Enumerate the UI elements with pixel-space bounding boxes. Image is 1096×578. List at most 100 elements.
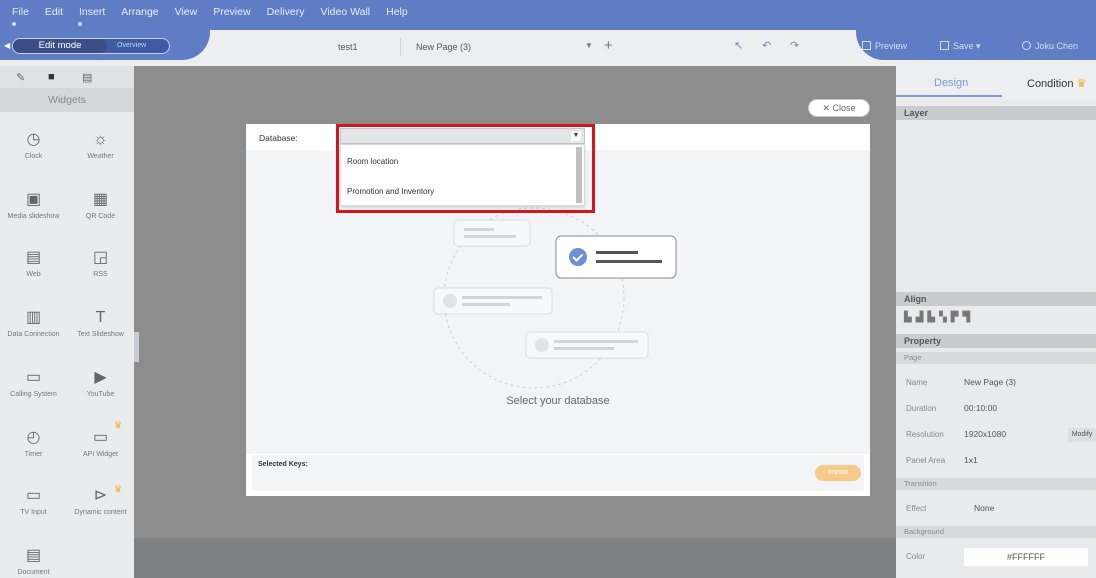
name-value[interactable]: New Page (3) bbox=[964, 377, 1016, 387]
briefcase-icon[interactable]: ■ bbox=[48, 71, 55, 83]
menu-preview[interactable]: Preview bbox=[213, 6, 250, 18]
name-label: Name bbox=[906, 378, 928, 387]
save-button[interactable]: Save ▾ bbox=[940, 41, 981, 52]
import-button[interactable]: Import bbox=[815, 465, 861, 481]
option-promotion-inventory[interactable]: Promotion and Inventory bbox=[347, 187, 434, 196]
menu-arrange[interactable]: Arrange bbox=[121, 6, 158, 18]
data-connection-icon: ▥ bbox=[25, 309, 42, 326]
menubar: File Edit Insert Arrange View Preview De… bbox=[0, 0, 1096, 30]
panel-area-value[interactable]: 1x1 bbox=[964, 455, 978, 465]
preview-label: Preview bbox=[875, 41, 908, 51]
widget-label: YouTube bbox=[86, 391, 115, 398]
dot-indicator bbox=[78, 22, 82, 26]
widget-rss[interactable]: ◲ RSS bbox=[67, 246, 134, 280]
tab-condition[interactable]: Condition ♛ bbox=[1027, 77, 1086, 90]
color-label: Color bbox=[906, 552, 926, 561]
save-label: Save bbox=[953, 41, 974, 51]
weather-icon: ☼ bbox=[93, 131, 108, 148]
effect-row: Effect None bbox=[896, 496, 1096, 521]
widget-label: Document bbox=[17, 569, 50, 576]
widget-calling-system[interactable]: ▭ Calling System bbox=[0, 366, 67, 400]
widget-media-slideshow[interactable]: ▣ Media slideshow bbox=[0, 188, 67, 222]
chevron-down-icon[interactable]: ▼ bbox=[571, 131, 581, 141]
effect-select[interactable]: None bbox=[974, 503, 994, 513]
align-icons[interactable]: ▙▟▙▚▛▜ bbox=[904, 312, 974, 323]
menu-file[interactable]: File bbox=[12, 6, 29, 18]
dialog-footer: Selected Keys: Import bbox=[252, 455, 864, 491]
card-checked bbox=[555, 235, 677, 279]
menu-view[interactable]: View bbox=[175, 6, 198, 18]
menu-video-wall[interactable]: Video Wall bbox=[321, 6, 371, 18]
document-icon: ▤ bbox=[25, 547, 42, 564]
image-icon[interactable]: ▤ bbox=[82, 71, 92, 84]
mode-toggle[interactable]: Edit mode Overview bbox=[12, 38, 170, 54]
clock-icon: ◷ bbox=[26, 131, 41, 148]
page-dropdown-icon[interactable]: ▼ bbox=[585, 41, 593, 50]
menu-help[interactable]: Help bbox=[386, 6, 408, 18]
tab-underline bbox=[896, 95, 1002, 97]
tab-design[interactable]: Design bbox=[934, 77, 968, 89]
selected-keys-label: Selected Keys: bbox=[258, 461, 308, 468]
widget-label: Media slideshow bbox=[7, 213, 60, 220]
tab-condition-label: Condition bbox=[1027, 78, 1074, 90]
user-name: Joku Chen bbox=[1035, 41, 1079, 51]
undo-icon[interactable]: ↶ bbox=[762, 39, 771, 52]
right-tabs: Design Condition ♛ bbox=[896, 66, 1096, 100]
pencil-icon[interactable]: ✎ bbox=[16, 71, 25, 84]
menu-delivery[interactable]: Delivery bbox=[267, 6, 305, 18]
close-button[interactable]: ✕ Close bbox=[808, 99, 870, 117]
dot-indicator bbox=[12, 22, 16, 26]
duration-label: Duration bbox=[906, 404, 937, 413]
user-menu[interactable]: Joku Chen bbox=[1022, 41, 1078, 51]
rss-icon: ◲ bbox=[92, 249, 109, 266]
widget-web[interactable]: ▤ Web bbox=[0, 246, 67, 280]
pointer-icon[interactable]: ↖ bbox=[734, 39, 743, 52]
widget-timer[interactable]: ◴ Timer bbox=[0, 426, 67, 460]
widget-tv-input[interactable]: ▭ TV Input bbox=[0, 484, 67, 518]
menu-list: File Edit Insert Arrange View Preview De… bbox=[12, 6, 424, 18]
redo-icon[interactable]: ↷ bbox=[790, 39, 799, 52]
resolution-value: 1920x1080 bbox=[964, 429, 1007, 439]
media-slideshow-icon: ▣ bbox=[25, 191, 42, 208]
widget-text-slideshow[interactable]: T Text Slideshow bbox=[67, 306, 134, 340]
menu-edit[interactable]: Edit bbox=[45, 6, 63, 18]
widget-data-connection[interactable]: ▥ Data Connection bbox=[0, 306, 67, 340]
card-left bbox=[433, 287, 553, 315]
card-top bbox=[453, 219, 531, 247]
panel-area-label: Panel Area bbox=[906, 456, 946, 465]
page-name[interactable]: New Page (3) bbox=[416, 42, 471, 52]
widget-document[interactable]: ▤ Document bbox=[0, 544, 67, 578]
preview-button[interactable]: Preview bbox=[862, 41, 907, 51]
panel-tabs: ✎ ■ ▤ bbox=[0, 66, 134, 88]
widget-label: Text Slideshow bbox=[77, 331, 124, 338]
widget-api-widget[interactable]: ▭ API Widget bbox=[67, 426, 134, 460]
widget-label: Weather bbox=[87, 153, 114, 160]
database-select[interactable]: ▼ bbox=[340, 128, 585, 144]
modify-button[interactable]: Modify bbox=[1068, 428, 1096, 442]
menu-insert[interactable]: Insert bbox=[79, 6, 105, 18]
panel-resize-handle[interactable] bbox=[134, 332, 139, 362]
widget-label: Web bbox=[26, 271, 41, 278]
overview-button[interactable]: Overview bbox=[117, 39, 146, 53]
widget-weather[interactable]: ☼ Weather bbox=[67, 128, 134, 162]
card-bottom bbox=[525, 331, 649, 359]
widget-panel: ✎ ■ ▤ Widgets ◷ Clock ☼ Weather ▣ Media sli… bbox=[0, 66, 134, 578]
color-value-field[interactable]: #FFFFFF bbox=[964, 548, 1088, 566]
widget-youtube[interactable]: ▶ YouTube bbox=[67, 366, 134, 400]
project-title[interactable]: test1 bbox=[338, 42, 358, 52]
widget-qr-code[interactable]: ▦ QR Code bbox=[67, 188, 134, 222]
premium-crown-icon: ♛ bbox=[1076, 78, 1087, 90]
divider bbox=[400, 38, 401, 56]
check-icon bbox=[569, 248, 587, 266]
option-room-location[interactable]: Room location bbox=[347, 157, 398, 166]
widget-clock[interactable]: ◷ Clock bbox=[0, 128, 67, 162]
duration-value[interactable]: 00:10:00 bbox=[964, 403, 997, 413]
add-page-icon[interactable]: + bbox=[604, 37, 613, 54]
widget-dynamic-content[interactable]: ⊳ Dynamic content bbox=[67, 484, 134, 518]
toolbar: ◀ Edit mode Overview test1 New Page (3) … bbox=[0, 30, 1096, 66]
edit-mode-button[interactable]: Edit mode bbox=[13, 39, 107, 53]
calling-system-icon: ▭ bbox=[25, 369, 42, 386]
panel-area-row: Panel Area 1x1 bbox=[896, 448, 1096, 473]
scrollbar[interactable] bbox=[576, 147, 582, 203]
collapse-arrow-icon[interactable]: ◀ bbox=[4, 41, 10, 50]
